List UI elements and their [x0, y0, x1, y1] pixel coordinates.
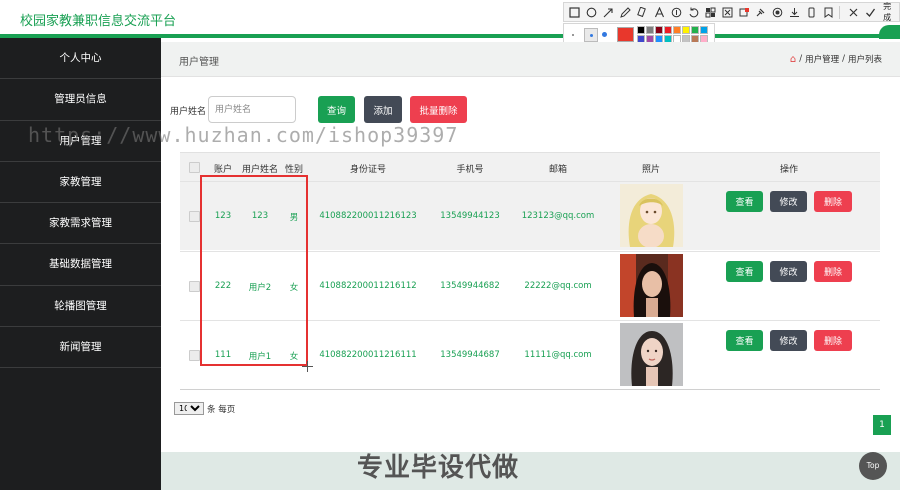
- sidebar-item-profile[interactable]: 个人中心: [0, 38, 161, 80]
- query-button[interactable]: 查询: [318, 96, 355, 123]
- rect-icon[interactable]: [568, 6, 581, 19]
- pen-icon[interactable]: [619, 6, 632, 19]
- palette-color-swatch[interactable]: [637, 26, 645, 34]
- page-size-suffix: 条 每页: [207, 404, 236, 415]
- delete-button[interactable]: 删除: [814, 191, 852, 212]
- palette-color-swatch[interactable]: [655, 26, 663, 34]
- sidebar-item-carousel[interactable]: 轮播图管理: [0, 286, 161, 328]
- download-icon[interactable]: [788, 6, 801, 19]
- record-icon[interactable]: [771, 6, 784, 19]
- row-checkbox[interactable]: [189, 350, 200, 361]
- user-photo: [620, 184, 683, 247]
- column-header-id-card: 身份证号: [349, 165, 387, 175]
- delete-button[interactable]: 删除: [814, 261, 852, 282]
- breadcrumb-separator: /: [842, 54, 845, 64]
- edit-button[interactable]: 修改: [770, 330, 807, 351]
- page-size-select[interactable]: 10: [174, 402, 204, 415]
- column-header-gender: 性别: [284, 165, 304, 175]
- footer-band: [161, 452, 900, 490]
- sidebar: 个人中心 管理员信息 用户管理 家教管理 家教需求管理 基础数据管理 轮播图管理…: [0, 38, 161, 490]
- watermark-text: https://www.huzhan.com/ishop39397: [28, 123, 459, 147]
- brush-size-medium[interactable]: [584, 28, 598, 42]
- page-title: 用户管理: [179, 57, 219, 68]
- sidebar-item-tutor-requests[interactable]: 家教需求管理: [0, 203, 161, 245]
- undo-icon[interactable]: [687, 6, 700, 19]
- column-header-phone: 手机号: [456, 165, 484, 175]
- row-checkbox[interactable]: [189, 281, 200, 292]
- page-button-current[interactable]: 1: [873, 415, 891, 435]
- delete-button[interactable]: 删除: [814, 330, 852, 351]
- bookmark-icon[interactable]: [822, 6, 835, 19]
- search-label: 用户姓名: [170, 107, 207, 117]
- column-header-account: 账户: [213, 165, 233, 175]
- pin-icon[interactable]: [754, 6, 767, 19]
- redo-icon[interactable]: [738, 6, 751, 19]
- cell-phone: 13549944123: [440, 211, 500, 221]
- video-caption: 专业毕设代做: [357, 453, 520, 483]
- column-header-name: 用户姓名: [241, 165, 279, 175]
- page-header: 用户管理 ⌂ / 用户管理 / 用户列表: [161, 42, 900, 77]
- breadcrumb: ⌂ / 用户管理 / 用户列表: [790, 53, 882, 66]
- sidebar-item-base-data[interactable]: 基础数据管理: [0, 244, 161, 286]
- check-icon[interactable]: [864, 6, 877, 19]
- view-button[interactable]: 查看: [726, 330, 763, 351]
- palette-color-swatch[interactable]: [691, 26, 699, 34]
- brush-size-large[interactable]: [602, 32, 607, 37]
- palette-color-swatch[interactable]: [700, 26, 708, 34]
- breadcrumb-item-users[interactable]: 用户管理: [805, 53, 839, 65]
- app-title: 校园家教兼职信息交流平台: [20, 14, 177, 29]
- row-checkbox[interactable]: [189, 211, 200, 222]
- marker-icon[interactable]: [636, 6, 649, 19]
- annotation-toolbar: 完成: [563, 2, 900, 22]
- user-photo: [620, 323, 683, 386]
- sidebar-item-tutors[interactable]: 家教管理: [0, 162, 161, 204]
- pagination: 10 条 每页: [174, 402, 235, 415]
- cell-email: 123123@qq.com: [521, 211, 595, 221]
- active-color-swatch[interactable]: [617, 27, 634, 42]
- column-header-photo: 照片: [641, 165, 661, 175]
- palette-color-swatch[interactable]: [682, 26, 690, 34]
- cell-id-card: 410882200011216111: [319, 350, 417, 360]
- view-button[interactable]: 查看: [726, 191, 763, 212]
- mosaic-icon[interactable]: [704, 6, 717, 19]
- home-icon[interactable]: ⌂: [790, 54, 796, 65]
- breadcrumb-separator: /: [799, 54, 803, 64]
- sidebar-item-news[interactable]: 新闻管理: [0, 327, 161, 369]
- brush-size-small[interactable]: [572, 34, 574, 36]
- back-to-top-button[interactable]: Top: [859, 452, 887, 480]
- number-icon[interactable]: [670, 6, 683, 19]
- batch-delete-button[interactable]: 批量删除: [410, 96, 467, 123]
- palette-color-swatch[interactable]: [646, 26, 654, 34]
- annotation-rectangle: [200, 175, 308, 366]
- cell-phone: 13549944682: [440, 281, 500, 291]
- phone-icon[interactable]: [805, 6, 818, 19]
- palette-color-swatch[interactable]: [673, 26, 681, 34]
- edit-button[interactable]: 修改: [770, 191, 807, 212]
- sidebar-item-admins[interactable]: 管理员信息: [0, 79, 161, 121]
- text-icon[interactable]: [653, 6, 666, 19]
- ellipse-icon[interactable]: [585, 6, 598, 19]
- translate-icon[interactable]: [721, 6, 734, 19]
- select-all-checkbox[interactable]: [189, 162, 200, 173]
- palette-color-swatch[interactable]: [664, 26, 672, 34]
- close-icon[interactable]: [847, 6, 860, 19]
- column-header-email: 邮箱: [548, 165, 568, 175]
- done-button[interactable]: 完成: [883, 1, 899, 23]
- toolbar-divider: [839, 5, 843, 19]
- cell-id-card: 410882200011216112: [319, 281, 417, 291]
- search-input[interactable]: [208, 96, 296, 123]
- cell-email: 22222@qq.com: [524, 281, 592, 291]
- breadcrumb-item-list: 用户列表: [847, 55, 882, 65]
- add-button[interactable]: 添加: [364, 96, 402, 123]
- user-photo: [620, 254, 683, 317]
- edit-button[interactable]: 修改: [770, 261, 807, 282]
- column-header-actions: 操作: [779, 165, 799, 175]
- cell-phone: 13549944687: [440, 350, 500, 360]
- avatar[interactable]: [879, 25, 900, 39]
- crosshair-cursor-icon: [302, 361, 313, 372]
- view-button[interactable]: 查看: [726, 261, 763, 282]
- cell-id-card: 410882200011216123: [319, 211, 417, 221]
- cell-email: 11111@qq.com: [524, 350, 592, 360]
- arrow-icon[interactable]: [602, 6, 615, 19]
